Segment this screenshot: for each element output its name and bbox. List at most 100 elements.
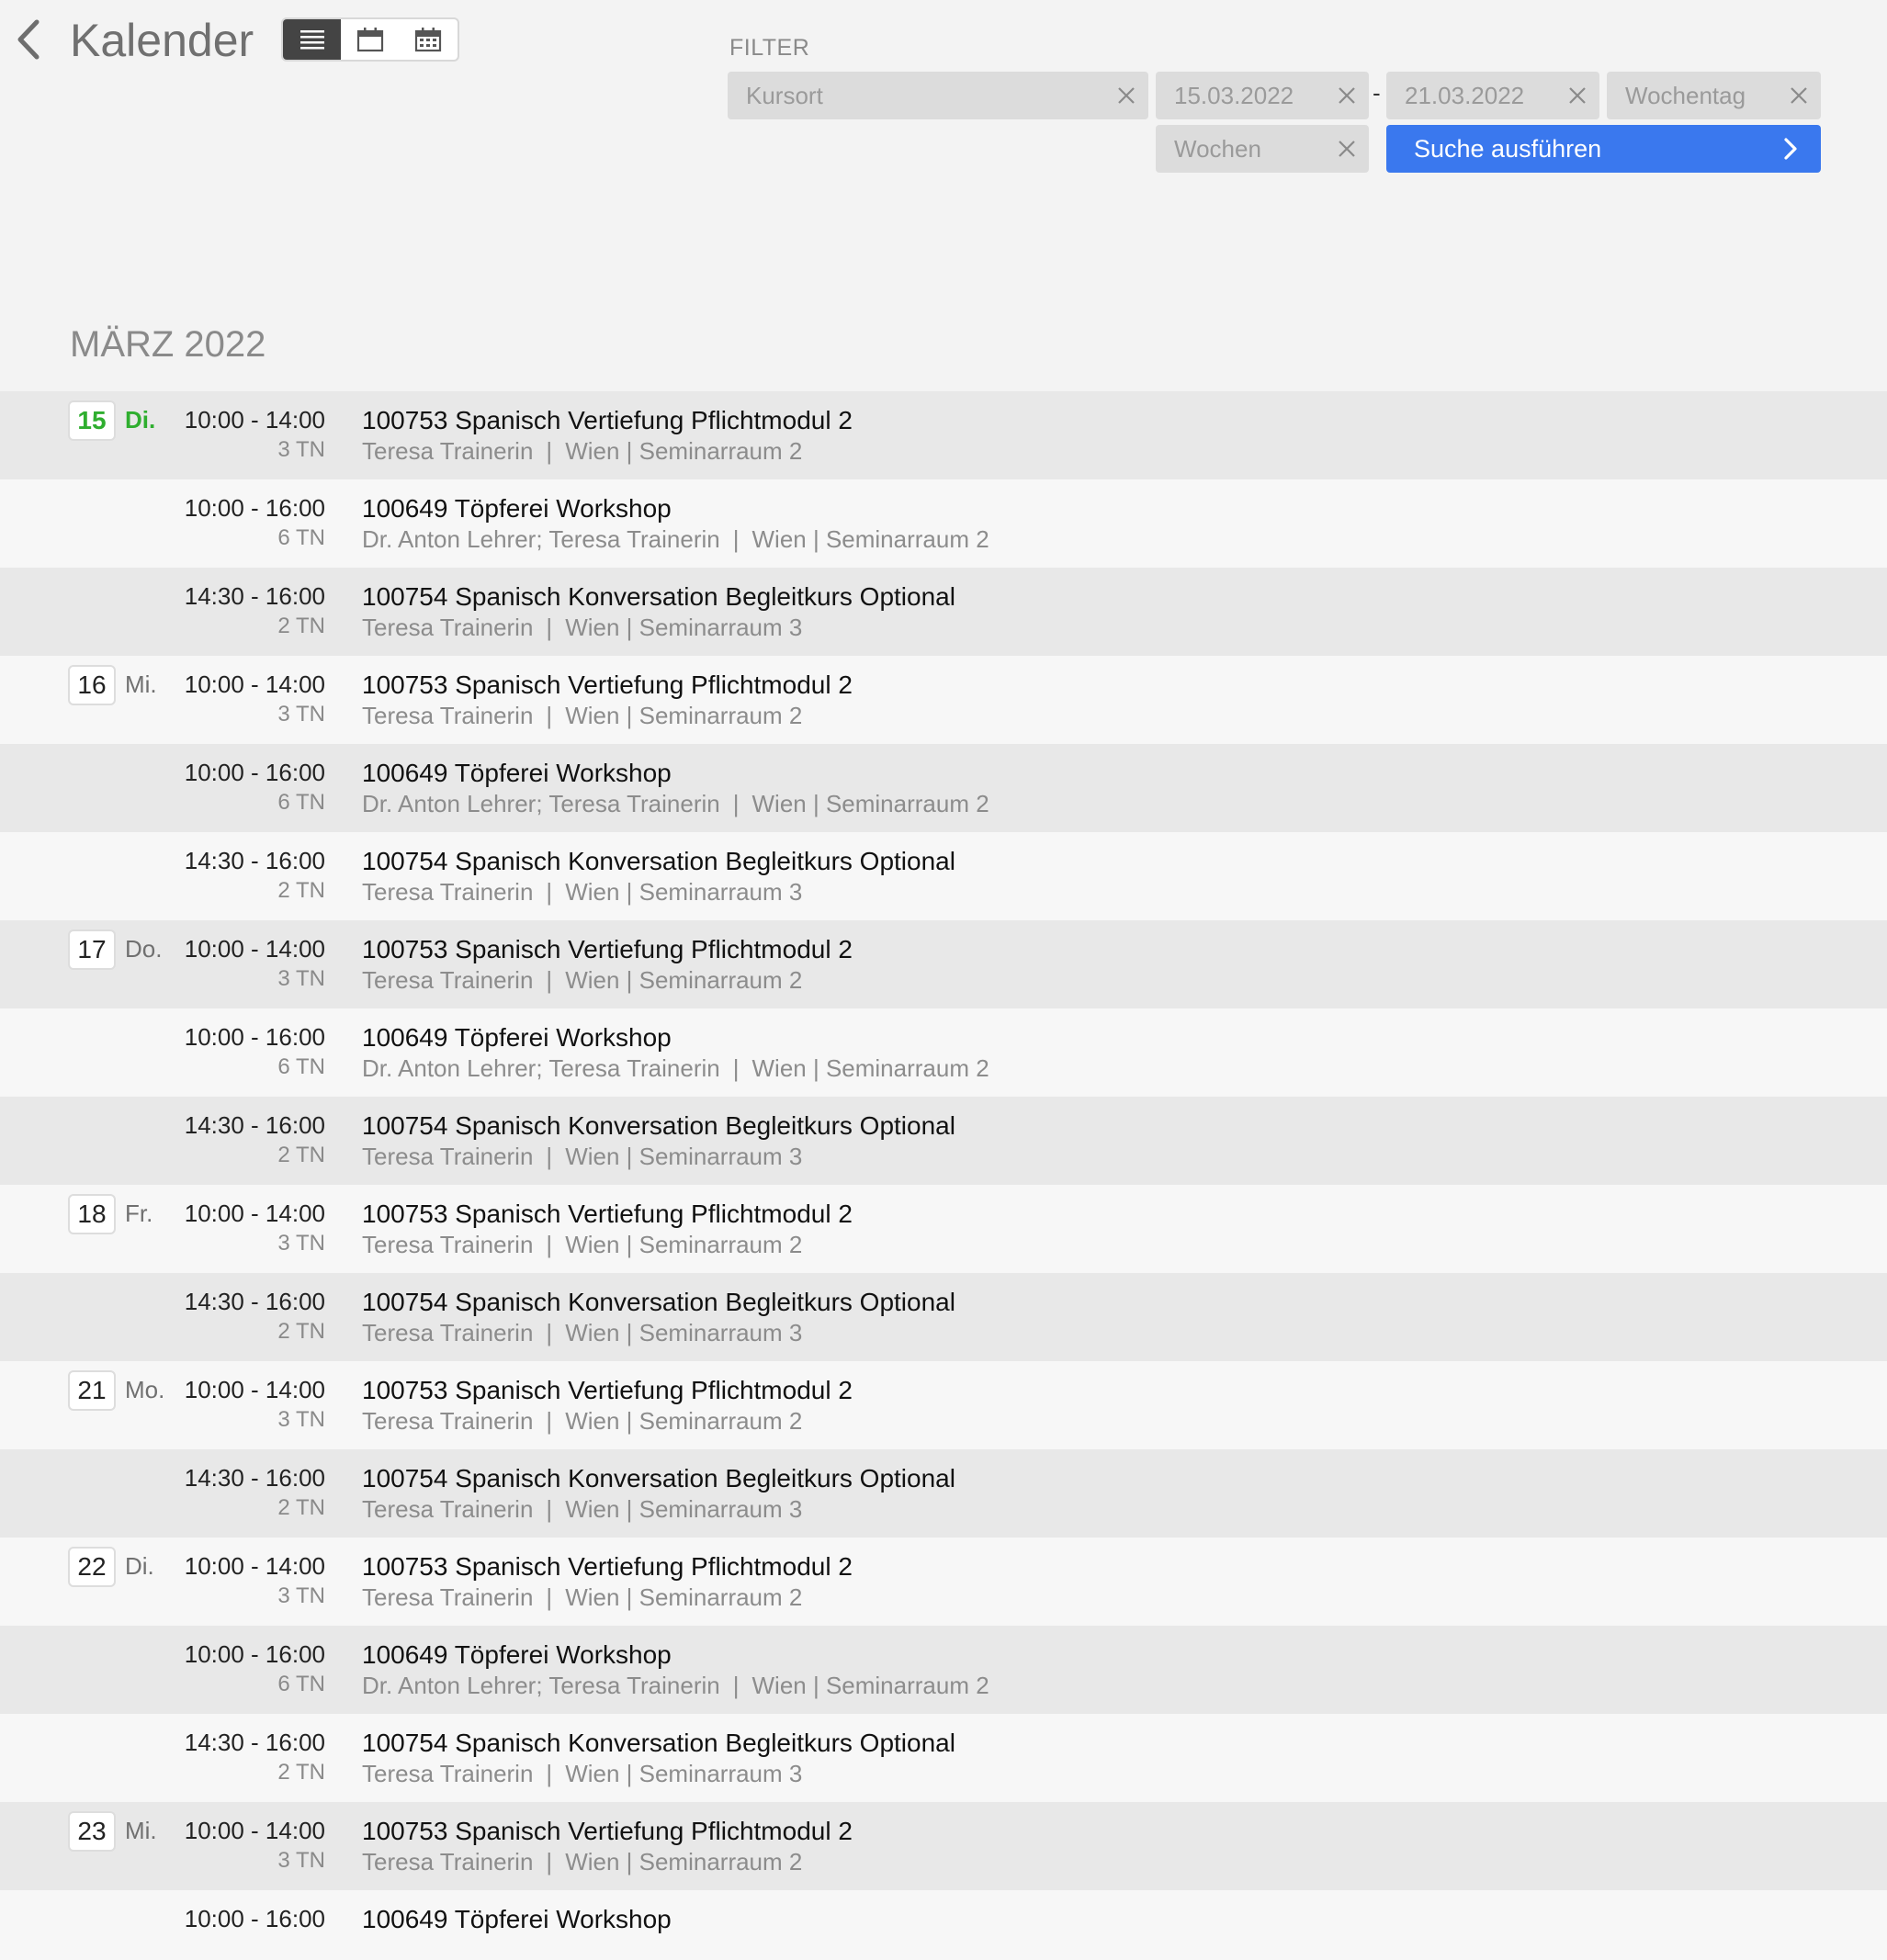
date-from-filter[interactable]: 15.03.2022 — [1156, 72, 1369, 119]
clear-kursort-icon[interactable] — [1115, 84, 1137, 107]
participant-count: 6 TN — [277, 790, 325, 815]
event-time: 10:00 - 14:00 — [184, 935, 325, 963]
event-title[interactable]: 100754 Spanisch Konversation Begleitkurs… — [362, 1464, 955, 1493]
event-title[interactable]: 100649 Töpferei Workshop — [362, 759, 672, 788]
event-title[interactable]: 100753 Spanisch Vertiefung Pflichtmodul … — [362, 406, 853, 435]
event-title[interactable]: 100649 Töpferei Workshop — [362, 494, 672, 524]
event-trainer: Teresa Trainerin — [362, 437, 534, 465]
event-time: 14:30 - 16:00 — [184, 1111, 325, 1139]
calendar-page: Kalender FILTER Kursort 15.03.2022 - 21.… — [0, 0, 1887, 1960]
event-meta: Dr. Anton Lehrer; Teresa Trainerin | Wien … — [362, 525, 989, 554]
clear-wochentag-icon[interactable] — [1788, 84, 1810, 107]
event-time: 10:00 - 16:00 — [184, 494, 325, 522]
event-meta: Dr. Anton Lehrer; Teresa Trainerin | Wien … — [362, 790, 989, 818]
weekday-label: Di. — [125, 1552, 154, 1580]
event-title[interactable]: 100753 Spanisch Vertiefung Pflichtmodul … — [362, 1552, 853, 1582]
event-meta: Teresa Trainerin | Wien | Seminarraum 2 — [362, 1407, 802, 1436]
event-row[interactable]: 14:30 - 16:00 2 TN 100754 Spanisch Konvers… — [0, 1273, 1887, 1361]
event-trainer: Teresa Trainerin — [362, 1848, 534, 1876]
participant-count: 3 TN — [277, 966, 325, 991]
clear-wochen-icon[interactable] — [1336, 138, 1358, 160]
event-row[interactable]: 10:00 - 16:00 6 TN 100649 Töpferei Worksho… — [0, 744, 1887, 832]
event-row[interactable]: 10:00 - 16:00 6 TN 100649 Töpferei Worksho… — [0, 1008, 1887, 1097]
event-time: 14:30 - 16:00 — [184, 847, 325, 874]
event-title[interactable]: 100753 Spanisch Vertiefung Pflichtmodul … — [362, 1200, 853, 1229]
meta-separator: | — [732, 790, 740, 817]
participant-count: 2 TN — [277, 1760, 325, 1785]
clear-date-from-icon[interactable] — [1336, 84, 1358, 107]
event-trainer: Teresa Trainerin — [362, 1231, 534, 1258]
event-trainer: Dr. Anton Lehrer; Teresa Trainerin — [362, 790, 720, 817]
search-button[interactable]: Suche ausführen — [1386, 125, 1821, 173]
event-row[interactable]: 14:30 - 16:00 2 TN 100754 Spanisch Konvers… — [0, 1449, 1887, 1538]
event-trainer: Teresa Trainerin — [362, 702, 534, 729]
month-view-button[interactable] — [400, 19, 458, 60]
event-trainer: Dr. Anton Lehrer; Teresa Trainerin — [362, 525, 720, 553]
event-meta: Teresa Trainerin | Wien | Seminarraum 2 — [362, 1231, 802, 1259]
event-title[interactable]: 100753 Spanisch Vertiefung Pflichtmodul … — [362, 935, 853, 964]
clear-date-to-icon[interactable] — [1566, 84, 1588, 107]
event-title[interactable]: 100754 Spanisch Konversation Begleitkurs… — [362, 847, 955, 876]
event-row[interactable]: 14:30 - 16:00 2 TN 100754 Spanisch Konvers… — [0, 1714, 1887, 1802]
participant-count: 2 TN — [277, 614, 325, 638]
event-row[interactable]: 17 Do. 10:00 - 14:00 3 TN 100753 Spanisch Ve… — [0, 920, 1887, 1008]
meta-separator: | — [732, 1054, 740, 1082]
event-location: Wien | Seminarraum 3 — [565, 614, 803, 641]
event-time: 10:00 - 14:00 — [184, 1376, 325, 1403]
kursort-filter[interactable]: Kursort — [728, 72, 1148, 119]
event-location: Wien | Seminarraum 3 — [565, 878, 803, 906]
event-row[interactable]: 14:30 - 16:00 2 TN 100754 Spanisch Konvers… — [0, 568, 1887, 656]
back-arrow-icon[interactable] — [11, 17, 48, 62]
event-row[interactable]: 23 Mi. 10:00 - 14:00 3 TN 100753 Spanisch Ve… — [0, 1802, 1887, 1890]
week-view-button[interactable] — [341, 19, 399, 60]
event-row[interactable]: 21 Mo. 10:00 - 14:00 3 TN 100753 Spanisch Ve… — [0, 1361, 1887, 1449]
event-title[interactable]: 100649 Töpferei Workshop — [362, 1640, 672, 1670]
event-row[interactable]: 22 Di. 10:00 - 14:00 3 TN 100753 Spanisch Ve… — [0, 1538, 1887, 1626]
event-row[interactable]: 15 Di. 10:00 - 14:00 3 TN 100753 Spanisch Ve… — [0, 391, 1887, 479]
event-title[interactable]: 100754 Spanisch Konversation Begleitkurs… — [362, 1729, 955, 1758]
event-time: 10:00 - 16:00 — [184, 1023, 325, 1051]
event-trainer: Teresa Trainerin — [362, 1143, 534, 1170]
event-location: Wien | Seminarraum 3 — [565, 1760, 803, 1787]
event-row[interactable]: 18 Fr. 10:00 - 14:00 3 TN 100753 Spanisch Ve… — [0, 1185, 1887, 1273]
event-title[interactable]: 100754 Spanisch Konversation Begleitkurs… — [362, 1288, 955, 1317]
event-row[interactable]: 10:00 - 16:00 100649 Töpferei Workshop — [0, 1890, 1887, 1960]
event-row[interactable]: 14:30 - 16:00 2 TN 100754 Spanisch Konvers… — [0, 1097, 1887, 1185]
event-row[interactable]: 10:00 - 16:00 6 TN 100649 Töpferei Worksho… — [0, 1626, 1887, 1714]
event-time: 14:30 - 16:00 — [184, 1288, 325, 1315]
calendar-month-icon — [415, 28, 442, 52]
meta-separator: | — [546, 1848, 553, 1876]
event-title[interactable]: 100649 Töpferei Workshop — [362, 1023, 672, 1053]
event-title[interactable]: 100649 Töpferei Workshop — [362, 1905, 672, 1934]
event-row[interactable]: 14:30 - 16:00 2 TN 100754 Spanisch Konvers… — [0, 832, 1887, 920]
event-row[interactable]: 16 Mi. 10:00 - 14:00 3 TN 100753 Spanisch Ve… — [0, 656, 1887, 744]
day-number: 23 — [68, 1811, 116, 1852]
weekday-label: Mi. — [125, 670, 157, 698]
event-list: 15 Di. 10:00 - 14:00 3 TN 100753 Spanisch Ve… — [0, 391, 1887, 1960]
weekday-label: Mi. — [125, 1817, 157, 1844]
weekday-label: Di. — [125, 406, 156, 434]
event-location: Wien | Seminarraum 2 — [565, 1848, 803, 1876]
wochen-filter[interactable]: Wochen — [1156, 125, 1369, 173]
event-trainer: Teresa Trainerin — [362, 878, 534, 906]
event-meta: Teresa Trainerin | Wien | Seminarraum 2 — [362, 702, 802, 730]
event-row[interactable]: 10:00 - 16:00 6 TN 100649 Töpferei Worksho… — [0, 479, 1887, 568]
event-title[interactable]: 100753 Spanisch Vertiefung Pflichtmodul … — [362, 1817, 853, 1846]
participant-count: 3 TN — [277, 1848, 325, 1873]
weekday-label: Do. — [125, 935, 163, 963]
day-number: 16 — [68, 665, 116, 705]
event-title[interactable]: 100754 Spanisch Konversation Begleitkurs… — [362, 582, 955, 612]
event-title[interactable]: 100753 Spanisch Vertiefung Pflichtmodul … — [362, 1376, 853, 1405]
participant-count: 6 TN — [277, 1054, 325, 1079]
chevron-right-icon — [1784, 138, 1797, 160]
date-to-filter[interactable]: 21.03.2022 — [1386, 72, 1599, 119]
event-title[interactable]: 100753 Spanisch Vertiefung Pflichtmodul … — [362, 670, 853, 700]
event-meta: Teresa Trainerin | Wien | Seminarraum 3 — [362, 1143, 802, 1171]
event-title[interactable]: 100754 Spanisch Konversation Begleitkurs… — [362, 1111, 955, 1141]
event-time: 10:00 - 16:00 — [184, 759, 325, 786]
date-to-value: 21.03.2022 — [1405, 81, 1525, 109]
event-location: Wien | Seminarraum 2 — [751, 1672, 989, 1699]
event-location: Wien | Seminarraum 2 — [751, 790, 989, 817]
list-view-button[interactable] — [283, 19, 342, 60]
wochentag-filter[interactable]: Wochentag — [1607, 72, 1821, 119]
